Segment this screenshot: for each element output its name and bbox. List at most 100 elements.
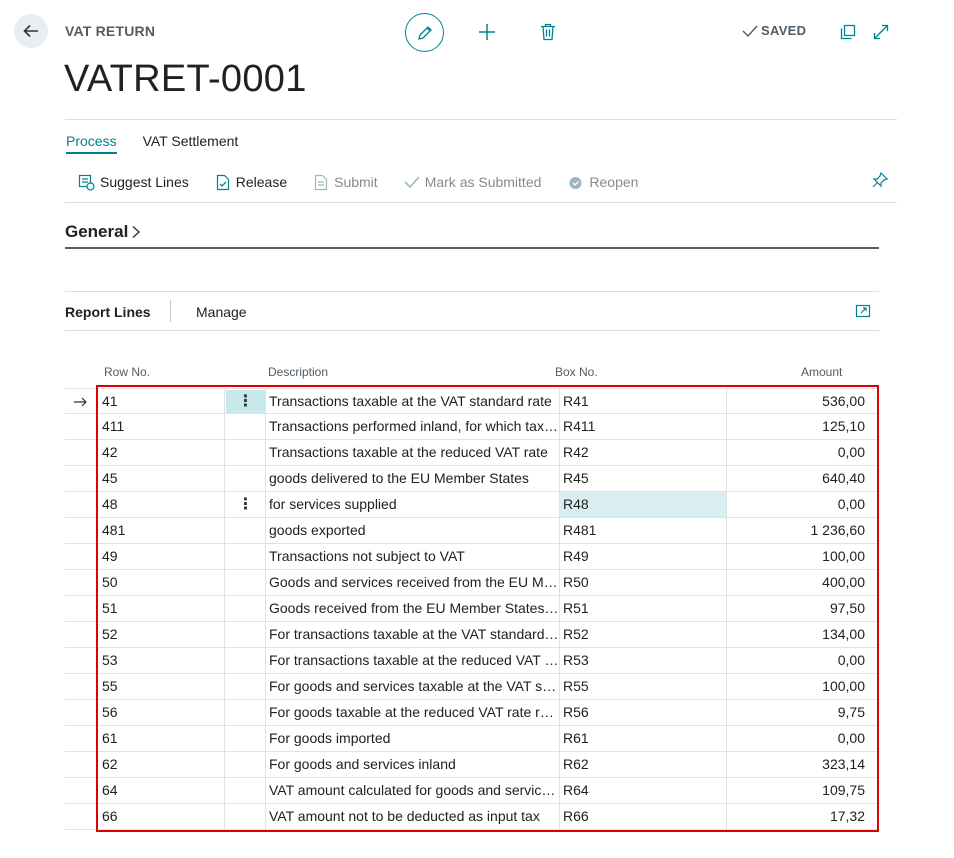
row-no-cell[interactable]: 53 [98, 648, 225, 673]
edit-button[interactable] [405, 13, 444, 52]
column-header-description[interactable]: Description [268, 365, 328, 379]
description-cell[interactable]: Transactions taxable at the reduced VAT … [266, 440, 560, 465]
submit-button[interactable]: Submit [313, 172, 378, 192]
box-no-cell[interactable]: R49 [560, 544, 727, 569]
amount-cell[interactable]: 97,50 [727, 596, 865, 621]
amount-cell[interactable]: 0,00 [727, 440, 865, 465]
description-cell[interactable]: For goods taxable at the reduced VAT rat… [266, 700, 560, 725]
tab-process[interactable]: Process [66, 133, 117, 154]
description-cell[interactable]: For goods and services inland [266, 752, 560, 777]
amount-cell[interactable]: 0,00 [727, 648, 865, 673]
description-cell[interactable]: For transactions taxable at the VAT stan… [266, 622, 560, 647]
box-no-cell[interactable]: R45 [560, 466, 727, 491]
row-no-cell[interactable]: 45 [98, 466, 225, 491]
description-cell[interactable]: Transactions not subject to VAT [266, 544, 560, 569]
amount-cell[interactable]: 0,00 [727, 726, 865, 751]
row-menu-cell[interactable] [225, 648, 266, 673]
table-row[interactable]: 45 goods delivered to the EU Member Stat… [65, 466, 877, 492]
description-cell[interactable]: Goods received from the EU Member States… [266, 596, 560, 621]
row-menu-cell[interactable]: ⋮ [225, 389, 266, 414]
description-cell[interactable]: For transactions taxable at the reduced … [266, 648, 560, 673]
box-no-cell[interactable]: R66 [560, 804, 727, 829]
tab-vat-settlement[interactable]: VAT Settlement [143, 133, 239, 154]
row-menu-cell[interactable] [225, 440, 266, 465]
amount-cell[interactable]: 9,75 [727, 700, 865, 725]
column-header-row-no[interactable]: Row No. [104, 365, 150, 379]
box-no-cell[interactable]: R53 [560, 648, 727, 673]
table-row[interactable]: 49 Transactions not subject to VAT R49 1… [65, 544, 877, 570]
amount-cell[interactable]: 640,40 [727, 466, 865, 491]
back-button[interactable] [14, 14, 48, 48]
kebab-menu-icon[interactable]: ⋮ [226, 390, 265, 413]
column-header-box-no[interactable]: Box No. [555, 365, 598, 379]
open-new-window-button[interactable] [837, 21, 859, 43]
row-no-cell[interactable]: 411 [98, 414, 225, 439]
row-no-cell[interactable]: 61 [98, 726, 225, 751]
box-no-cell[interactable]: R48 [560, 492, 727, 517]
box-no-cell[interactable]: R52 [560, 622, 727, 647]
table-row[interactable]: 66 VAT amount not to be deducted as inpu… [65, 804, 877, 830]
report-lines-title[interactable]: Report Lines [65, 304, 151, 320]
amount-cell[interactable]: 100,00 [727, 674, 865, 699]
pin-action-bar-button[interactable] [871, 171, 891, 191]
row-no-cell[interactable]: 41 [98, 389, 225, 414]
row-no-cell[interactable]: 52 [98, 622, 225, 647]
table-row[interactable]: 411 Transactions performed inland, for w… [65, 414, 877, 440]
row-menu-cell[interactable] [225, 596, 266, 621]
part-expand-button[interactable] [855, 303, 871, 319]
table-row[interactable]: 50 Goods and services received from the … [65, 570, 877, 596]
row-menu-cell[interactable]: ⋮ [225, 492, 266, 517]
box-no-cell[interactable]: R50 [560, 570, 727, 595]
row-no-cell[interactable]: 55 [98, 674, 225, 699]
table-row[interactable]: 51 Goods received from the EU Member Sta… [65, 596, 877, 622]
box-no-cell[interactable]: R56 [560, 700, 727, 725]
new-button[interactable] [475, 20, 499, 44]
mark-as-submitted-button[interactable]: Mark as Submitted [404, 172, 541, 192]
delete-button[interactable] [536, 20, 560, 44]
row-menu-cell[interactable] [225, 544, 266, 569]
table-row[interactable]: 53 For transactions taxable at the reduc… [65, 648, 877, 674]
row-no-cell[interactable]: 42 [98, 440, 225, 465]
row-menu-cell[interactable] [225, 414, 266, 439]
amount-cell[interactable]: 109,75 [727, 778, 865, 803]
row-menu-cell[interactable] [225, 778, 266, 803]
row-menu-cell[interactable] [225, 674, 266, 699]
amount-cell[interactable]: 0,00 [727, 492, 865, 517]
description-cell[interactable]: for services supplied [266, 492, 560, 517]
box-no-cell[interactable]: R64 [560, 778, 727, 803]
general-section-header[interactable]: General [65, 222, 141, 242]
row-no-cell[interactable]: 62 [98, 752, 225, 777]
box-no-cell[interactable]: R411 [560, 414, 727, 439]
kebab-menu-icon[interactable]: ⋮ [226, 493, 265, 516]
amount-cell[interactable]: 536,00 [727, 389, 865, 414]
table-row[interactable]: 56 For goods taxable at the reduced VAT … [65, 700, 877, 726]
amount-cell[interactable]: 1 236,60 [727, 518, 866, 543]
row-menu-cell[interactable] [225, 466, 266, 491]
row-no-cell[interactable]: 48 [98, 492, 225, 517]
row-no-cell[interactable]: 56 [98, 700, 225, 725]
description-cell[interactable]: Goods and services received from the EU … [266, 570, 560, 595]
expand-button[interactable] [870, 21, 892, 43]
table-row[interactable]: 481 goods exported R481 1 236,60 [65, 518, 877, 544]
table-row[interactable]: 48 ⋮ for services supplied R48 0,00 [65, 492, 877, 518]
table-row[interactable]: 52 For transactions taxable at the VAT s… [65, 622, 877, 648]
amount-cell[interactable]: 17,32 [727, 804, 865, 829]
row-menu-cell[interactable] [225, 570, 266, 595]
table-row[interactable]: 42 Transactions taxable at the reduced V… [65, 440, 877, 466]
description-cell[interactable]: goods exported [266, 518, 560, 543]
column-header-amount[interactable]: Amount [801, 365, 842, 379]
amount-cell[interactable]: 323,14 [727, 752, 865, 777]
table-row[interactable]: 62 For goods and services inland R62 323… [65, 752, 877, 778]
row-menu-cell[interactable] [225, 752, 266, 777]
description-cell[interactable]: VAT amount calculated for goods and serv… [266, 778, 560, 803]
row-menu-cell[interactable] [225, 804, 266, 829]
table-row[interactable]: 61 For goods imported R61 0,00 [65, 726, 877, 752]
box-no-cell[interactable]: R51 [560, 596, 727, 621]
row-menu-cell[interactable] [225, 700, 266, 725]
amount-cell[interactable]: 134,00 [727, 622, 865, 647]
description-cell[interactable]: For goods and services taxable at the VA… [266, 674, 560, 699]
description-cell[interactable]: VAT amount not to be deducted as input t… [266, 804, 560, 829]
description-cell[interactable]: For goods imported [266, 726, 560, 751]
box-no-cell[interactable]: R62 [560, 752, 727, 777]
manage-menu[interactable]: Manage [196, 304, 247, 320]
